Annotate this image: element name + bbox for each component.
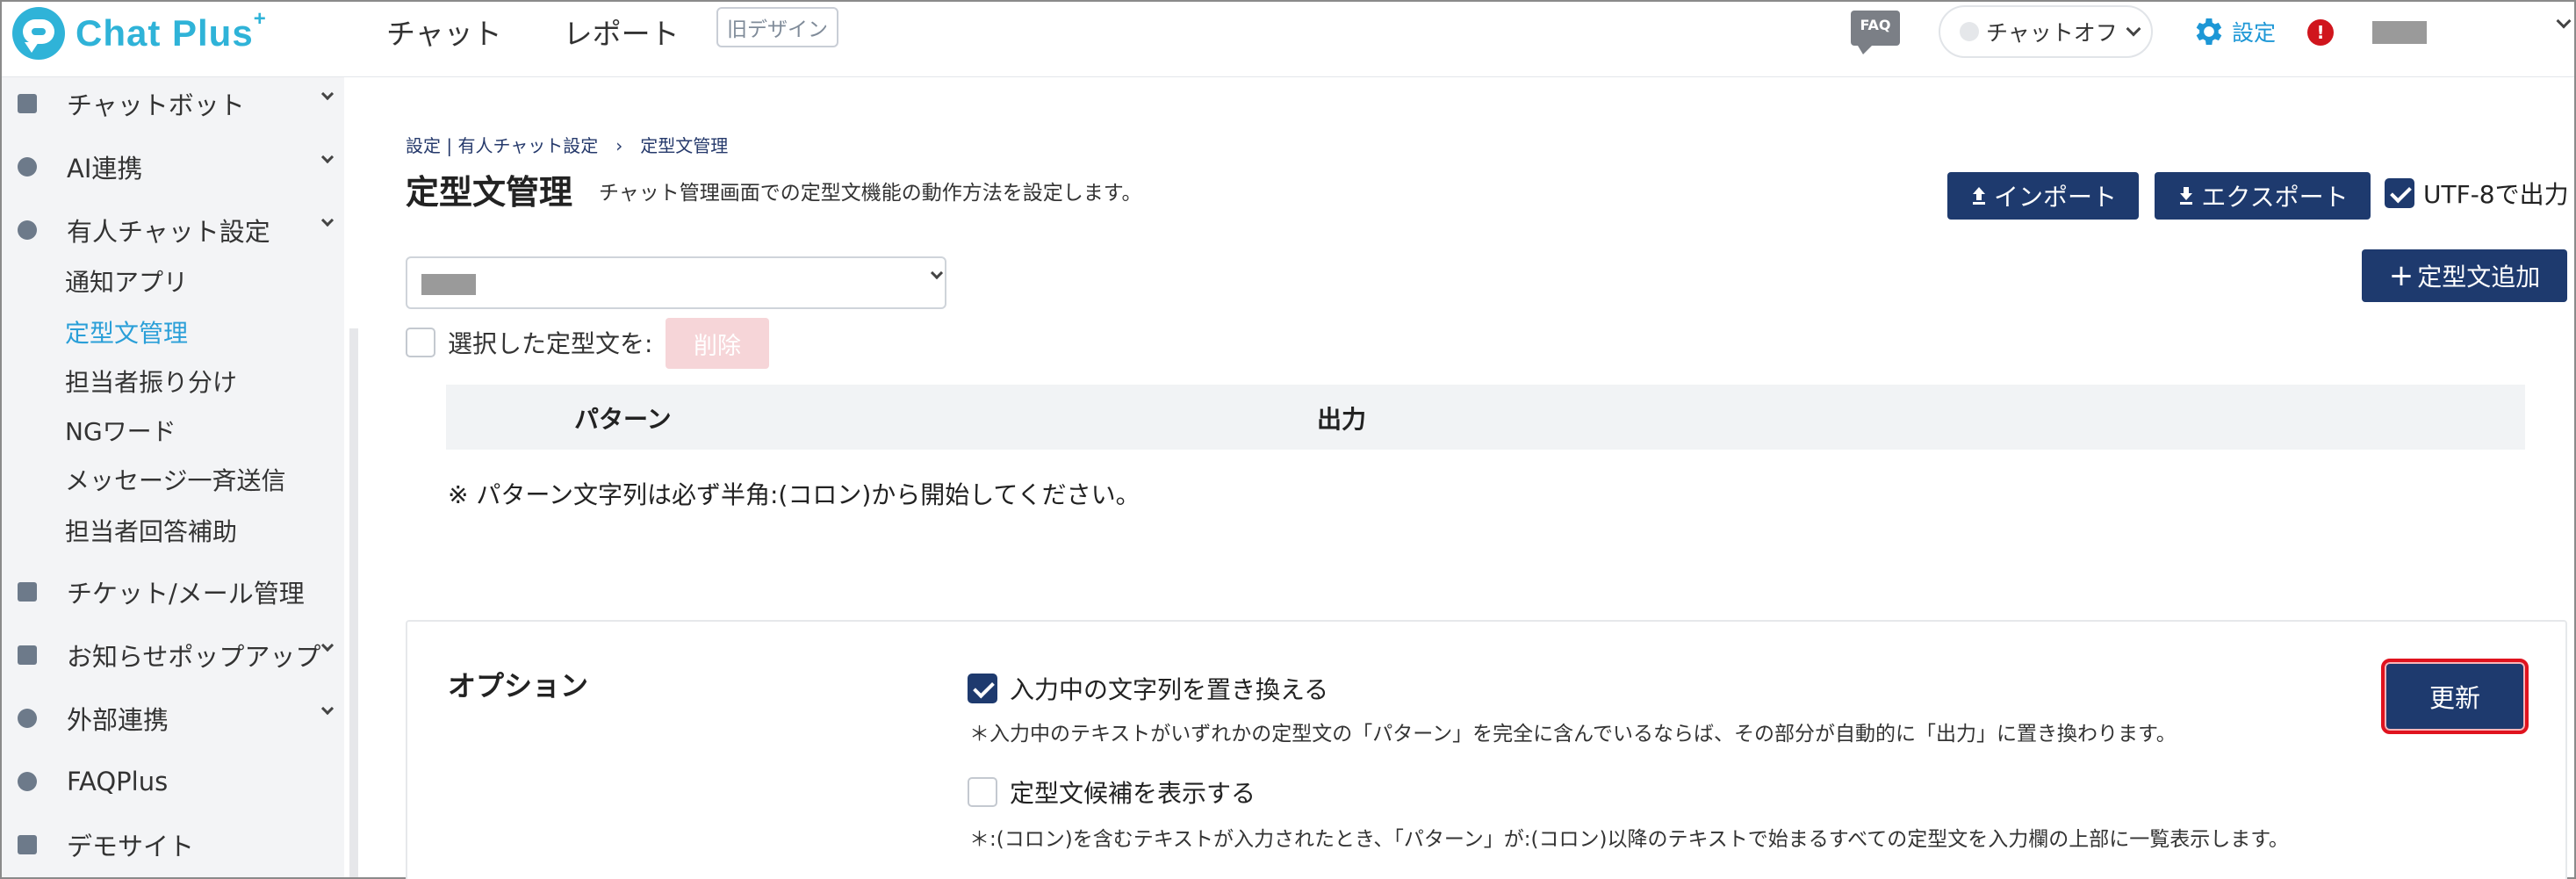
user-name-redacted[interactable]: [2372, 21, 2427, 44]
download-icon: [2180, 187, 2193, 205]
sidebar-item-label: FAQPlus: [67, 767, 169, 796]
status-dot-icon: [1960, 22, 1979, 41]
shield-icon: [18, 772, 37, 791]
sidebar-item-ai[interactable]: AI連携: [2, 140, 344, 193]
add-template-button[interactable]: + 定型文追加: [2362, 249, 2567, 302]
sidebar-subitem-notify-app[interactable]: 通知アプリ: [65, 263, 188, 299]
sidebar-item-live-chat[interactable]: 有人チャット設定: [2, 204, 344, 256]
import-label: インポート: [1993, 183, 2117, 212]
sidebar-item-chatbot[interactable]: チャットボット: [2, 77, 344, 130]
nav-report[interactable]: レポート: [564, 11, 680, 53]
sidebar-item-label: 有人チャット設定: [67, 217, 270, 247]
sidebar-item-label: お知らせポップアップ: [67, 642, 321, 672]
settings-link[interactable]: 設定: [2191, 14, 2276, 49]
update-button[interactable]: 更新: [2381, 659, 2529, 734]
sidebar-item-label: AI連携: [67, 154, 143, 184]
old-design-button[interactable]: 旧デザイン: [716, 7, 838, 47]
top-nav: チャット レポート: [386, 11, 680, 53]
chevron-down-icon: [320, 638, 335, 652]
table-header: パターン 出力: [446, 385, 2525, 450]
breadcrumb[interactable]: 設定 | 有人チャット設定 › 定型文管理: [406, 132, 728, 157]
sidebar-item-ticket[interactable]: チケット/メール管理: [2, 566, 344, 618]
sidebar-subitem-ng-words[interactable]: NGワード: [65, 413, 176, 448]
sidebar-item-label: デモサイト: [67, 832, 195, 861]
column-header-output: 出力: [1317, 405, 1367, 434]
chat-bubble-logo-icon: [12, 7, 65, 60]
sidebar-subitem-templates[interactable]: 定型文管理: [65, 314, 188, 349]
suggest-checkbox[interactable]: [968, 777, 997, 807]
alert-icon[interactable]: !: [2307, 19, 2334, 46]
chevron-down-icon: [320, 702, 335, 716]
option-suggest-row[interactable]: 定型文候補を表示する: [968, 775, 1256, 810]
suggest-description: ＊:(コロン)を含むテキストが入力されたとき、「パターン」が:(コロン)以降のテ…: [969, 828, 2289, 851]
nav-chat[interactable]: チャット: [386, 11, 502, 53]
sidebar-item-label: 外部連携: [67, 705, 169, 735]
export-button[interactable]: エクスポート: [2155, 172, 2371, 220]
sidebar-item-demo-site[interactable]: デモサイト: [2, 818, 344, 871]
chevron-down-icon: [930, 266, 944, 280]
chat-icon: [18, 94, 37, 113]
logo-superscript: +: [253, 7, 267, 31]
sidebar-item-label: チケット/メール管理: [67, 579, 305, 609]
top-bar: Chat Plus+ チャット レポート 旧デザイン FAQ チャットオフ 設定…: [2, 2, 2574, 77]
chevron-down-icon: [2126, 21, 2141, 37]
sidebar-item-integration[interactable]: 外部連携: [2, 692, 344, 745]
suggest-label: 定型文候補を表示する: [1010, 779, 1256, 808]
sidebar-item-label: チャットボット: [67, 90, 245, 120]
group-select[interactable]: [406, 256, 946, 309]
utf8-checkbox[interactable]: [2385, 178, 2414, 208]
replace-description: ＊入力中のテキストがいずれかの定型文の「パターン」を完全に含んでいるならば、その…: [969, 723, 2177, 746]
bulb-icon: [18, 157, 37, 177]
chat-status-dropdown[interactable]: チャットオフ: [1939, 5, 2153, 58]
column-header-pattern: パターン: [574, 405, 672, 434]
plus-icon: +: [2388, 258, 2414, 293]
sidebar-item-faqplus[interactable]: FAQPlus: [2, 755, 344, 808]
pattern-note: ※ パターン文字列は必ず半角:(コロン)から開始してください。: [448, 480, 1140, 509]
sidebar: チャットボット AI連携 有人チャット設定 通知アプリ 定型文管理 担当者振り分…: [2, 77, 344, 877]
sidebar-item-popup[interactable]: お知らせポップアップ: [2, 629, 344, 681]
chat-status-label: チャットオフ: [1986, 20, 2118, 46]
utf8-label: UTF-8で出力: [2423, 180, 2569, 209]
sidebar-subitem-assign[interactable]: 担当者振り分け: [65, 364, 237, 399]
faq-icon[interactable]: FAQ: [1851, 11, 1900, 54]
selected-value-redacted: [421, 274, 476, 295]
share-icon: [18, 709, 37, 728]
browser-icon: [18, 835, 37, 854]
select-all-checkbox[interactable]: [406, 328, 435, 357]
page-title: 定型文管理: [406, 173, 573, 212]
user-menu-chevron-icon[interactable]: [2556, 13, 2572, 29]
options-title: オプション: [448, 669, 589, 702]
selected-templates-label: 選択した定型文を:: [448, 329, 653, 358]
settings-label: 設定: [2232, 20, 2277, 46]
import-button[interactable]: インポート: [1947, 172, 2139, 220]
sidebar-subitem-broadcast[interactable]: メッセージ一斉送信: [65, 462, 285, 497]
list-icon: [18, 582, 37, 602]
page-description: チャット管理画面での定型文機能の動作方法を設定します。: [599, 182, 1142, 205]
logo[interactable]: Chat Plus+: [12, 7, 267, 60]
chevron-down-icon: [320, 87, 335, 101]
replace-label: 入力中の文字列を置き換える: [1010, 675, 1329, 704]
sidebar-subitem-answer-assist[interactable]: 担当者回答補助: [65, 513, 237, 548]
headset-icon: [18, 220, 37, 240]
window-icon: [18, 645, 37, 665]
delete-button[interactable]: 削除: [666, 318, 769, 369]
chevron-down-icon: [320, 213, 335, 227]
export-label: エクスポート: [2201, 183, 2349, 212]
utf8-checkbox-row[interactable]: UTF-8で出力: [2385, 176, 2569, 211]
gear-icon: [2196, 18, 2222, 45]
add-template-label: 定型文追加: [2417, 263, 2541, 292]
replace-checkbox[interactable]: [968, 674, 997, 703]
bulk-select-row: 選択した定型文を:: [406, 325, 652, 360]
option-replace-row[interactable]: 入力中の文字列を置き換える: [968, 671, 1328, 706]
chevron-down-icon: [320, 150, 335, 164]
sidebar-scrollbar[interactable]: [349, 328, 358, 877]
logo-text: Chat Plus: [76, 12, 254, 54]
upload-icon: [1972, 187, 1985, 205]
